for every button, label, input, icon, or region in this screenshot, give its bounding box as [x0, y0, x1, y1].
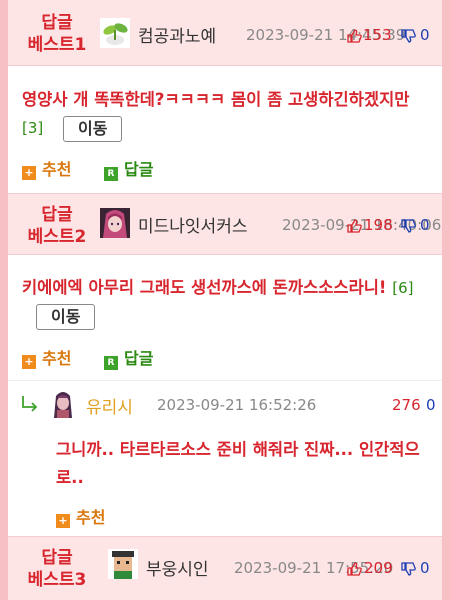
- thumbs-down-icon[interactable]: [400, 28, 416, 44]
- reply-upvote-count: 276: [392, 396, 421, 414]
- reply-nickname[interactable]: 유리시: [86, 393, 133, 418]
- best-comment-header-1: 답글 베스트1 컴공과노예 2023-09-21 14:45:39 153 0: [8, 0, 442, 66]
- thumbs-down-icon[interactable]: [400, 561, 416, 577]
- downvote-count: 0: [420, 26, 430, 44]
- reply-button[interactable]: R 답글: [104, 345, 153, 370]
- pixel-man-icon: [108, 549, 138, 579]
- comment-text: 영양사 개 똑똑한데?ㅋㅋㅋㅋ 몸이 좀 고생하긴하겠지만: [22, 90, 410, 109]
- best-comment-header-2: 답글 베스트2 미드나잇서커스 2023-09-21 16:40:06 198 …: [8, 193, 442, 255]
- best-label: 답글 베스트3: [20, 547, 94, 591]
- thumbs-up-icon[interactable]: [346, 561, 362, 577]
- best-label-line2: 베스트1: [27, 35, 87, 55]
- move-button[interactable]: 이동: [63, 115, 123, 142]
- recommend-label: 추천: [76, 508, 106, 527]
- move-button[interactable]: 이동: [36, 303, 96, 330]
- sprout-icon: [103, 23, 128, 45]
- recommend-label: 추천: [42, 349, 72, 368]
- best-label: 답글 베스트1: [20, 12, 94, 56]
- reply-arrow-icon: [22, 396, 38, 412]
- downvote-count: 0: [420, 216, 430, 234]
- best-label-line1: 답글: [41, 205, 73, 225]
- upvote-count: 153: [363, 26, 392, 44]
- nickname[interactable]: 부웅시인: [146, 555, 209, 580]
- reply-content: 그니까.. 타르타르소스 준비 해줘라 진짜... 인간적으로..: [56, 440, 420, 487]
- reply-count: [6]: [392, 279, 414, 297]
- best-comment-header-3: 답글 베스트3 부웅시인 2023-09-21 17:55:20 209 0: [8, 536, 442, 600]
- reply-r-icon: R: [104, 356, 118, 370]
- recommend-button[interactable]: + 추천: [22, 156, 71, 180]
- upvote-count: 198: [364, 216, 393, 234]
- avatar[interactable]: [100, 18, 130, 48]
- reply-avatar[interactable]: [48, 388, 78, 418]
- avatar[interactable]: [108, 549, 138, 579]
- best-label: 답글 베스트2: [20, 204, 94, 248]
- reply-button[interactable]: R 답글: [104, 156, 153, 181]
- plus-icon: +: [22, 166, 36, 180]
- downvote-count: 0: [420, 559, 430, 577]
- comment-content: 영양사 개 똑똑한데?ㅋㅋㅋㅋ 몸이 좀 고생하긴하겠지만 [3] 이동: [22, 86, 430, 142]
- reply-r-icon: R: [104, 167, 118, 181]
- recommend-button[interactable]: + 추천: [22, 345, 71, 369]
- best-label-line2: 베스트3: [27, 570, 87, 590]
- nickname[interactable]: 컴공과노예: [138, 22, 216, 47]
- avatar[interactable]: [100, 208, 130, 238]
- anime-girl-icon: [100, 208, 130, 238]
- best-label-line2: 베스트2: [27, 227, 87, 247]
- plus-icon: +: [56, 514, 70, 528]
- reply-recommend-button[interactable]: + 추천: [56, 504, 105, 528]
- reply-label: 답글: [124, 349, 154, 368]
- best-label-line1: 답글: [41, 13, 73, 33]
- thumbs-up-icon[interactable]: [346, 218, 362, 234]
- divider: [8, 380, 442, 381]
- thumbs-up-icon[interactable]: [346, 28, 362, 44]
- comment-text: 키에에엑 아무리 그래도 생선까스에 돈까스소스라니!: [22, 278, 387, 297]
- best-label-line1: 답글: [41, 548, 73, 568]
- plus-icon: +: [22, 355, 36, 369]
- reply-downvote-count: 0: [426, 396, 436, 414]
- recommend-label: 추천: [42, 160, 72, 179]
- reply-count: [3]: [22, 119, 44, 137]
- reply-timestamp: 2023-09-21 16:52:26: [157, 396, 317, 414]
- thumbs-down-icon[interactable]: [400, 218, 416, 234]
- nickname[interactable]: 미드나잇서커스: [138, 212, 247, 237]
- comment-content: 키에에엑 아무리 그래도 생선까스에 돈까스소스라니! [6] 이동: [22, 274, 430, 330]
- reply-label: 답글: [124, 160, 154, 179]
- anime-character-icon: [48, 388, 78, 418]
- upvote-count: 209: [364, 559, 393, 577]
